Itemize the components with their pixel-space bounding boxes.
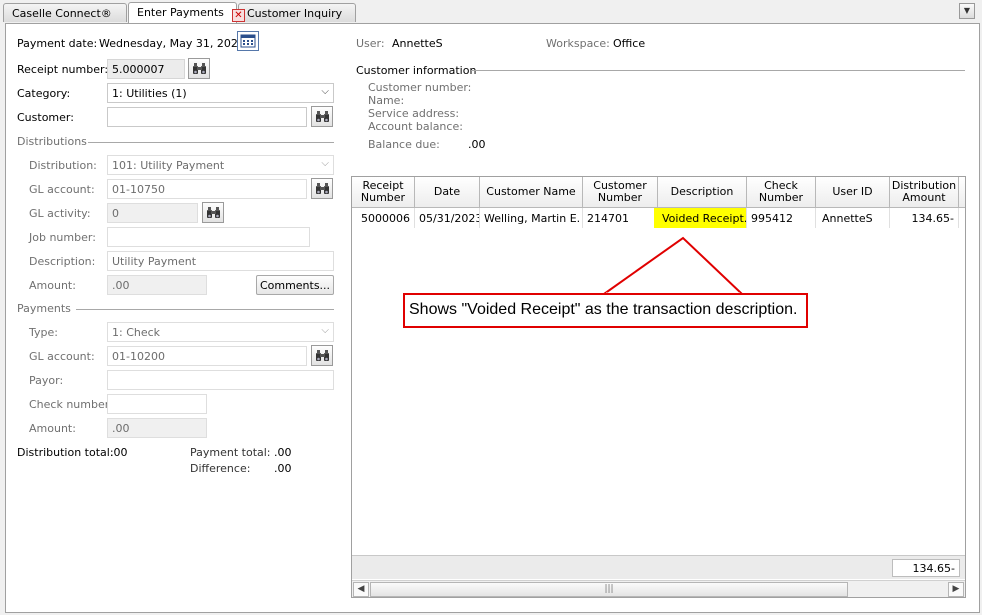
tab-enter-payments[interactable]: Enter Payments ✕ (128, 2, 245, 23)
close-icon[interactable]: ✕ (231, 9, 245, 22)
annotation-callout: Shows "Voided Receipt" as the transactio… (403, 293, 808, 328)
tab-label: Enter Payments (137, 6, 224, 19)
